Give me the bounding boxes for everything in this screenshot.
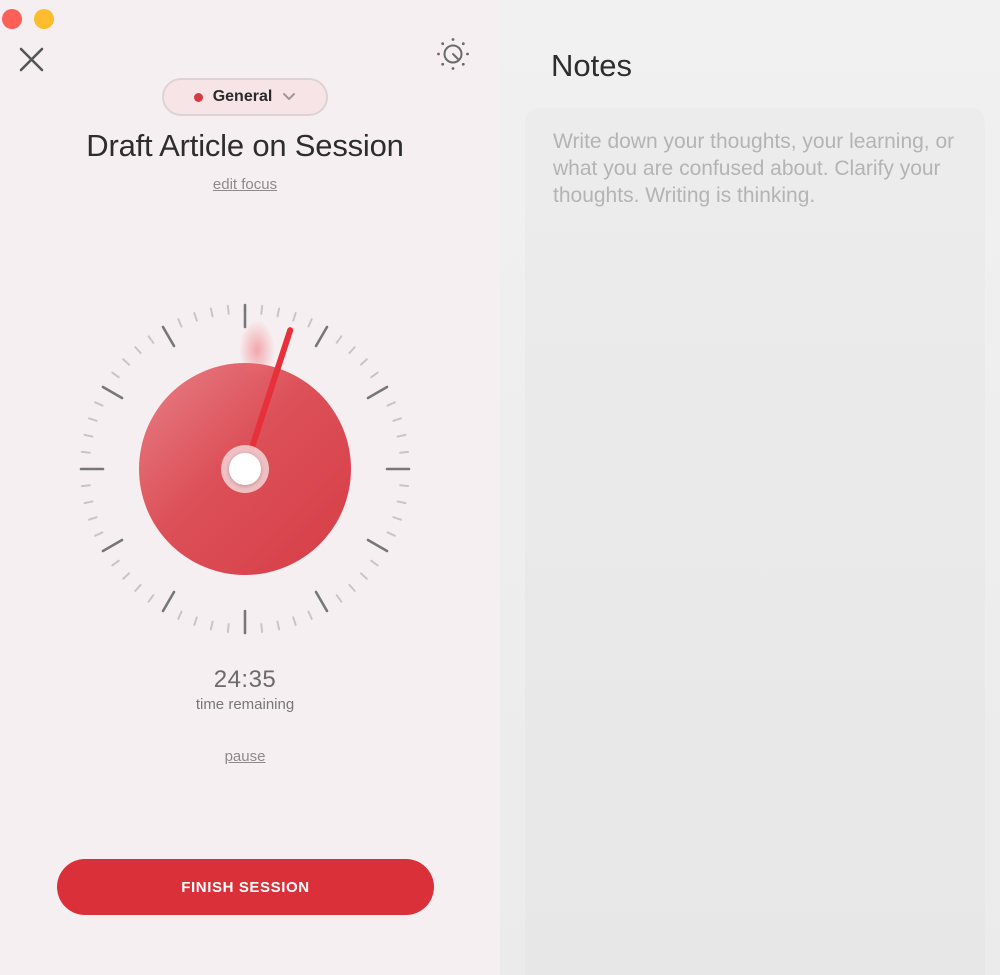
dial-minor-tick — [134, 346, 142, 355]
dial-minor-tick — [335, 335, 343, 344]
dial-minor-tick — [392, 516, 402, 521]
dial-minor-tick — [177, 318, 183, 328]
dial-minor-tick — [80, 450, 91, 454]
dial-minor-tick — [94, 531, 104, 537]
dial-minor-tick — [399, 484, 410, 488]
dial-major-tick — [314, 325, 329, 348]
dial-major-tick — [366, 538, 389, 553]
category-label: General — [212, 88, 273, 105]
dial-minor-tick — [88, 417, 98, 422]
dial-minor-tick — [193, 616, 198, 626]
dial-minor-tick — [94, 401, 104, 407]
dial-minor-tick — [348, 583, 356, 592]
category-color-dot — [193, 92, 203, 102]
dial-minor-tick — [370, 559, 379, 567]
dial-minor-tick — [83, 500, 94, 505]
notes-input[interactable] — [525, 108, 985, 975]
dial-minor-tick — [122, 572, 131, 580]
dial-minor-tick — [260, 623, 264, 634]
dial-major-tick — [101, 385, 124, 400]
chevron-down-icon — [283, 93, 296, 100]
dial-minor-tick — [307, 610, 313, 620]
dial-minor-tick — [348, 346, 356, 355]
dial-minor-tick — [292, 616, 297, 626]
dial-minor-tick — [399, 450, 410, 454]
dial-minor-tick — [392, 417, 402, 422]
dial-minor-tick — [209, 307, 214, 318]
dial-minor-tick — [386, 401, 396, 407]
timer-dial — [79, 303, 411, 635]
finish-session-button[interactable]: FINISH SESSION — [57, 859, 434, 915]
dial-minor-tick — [122, 358, 131, 366]
dial-minor-tick — [147, 594, 155, 603]
dial-minor-tick — [193, 312, 198, 322]
timer-pane: General Draft Article on Session edit fo… — [0, 0, 500, 975]
dial-minor-tick — [134, 583, 142, 592]
window-minimize-button[interactable] — [34, 9, 54, 29]
dial-minor-tick — [359, 572, 368, 580]
dial-minor-tick — [260, 304, 264, 315]
dial-knob — [229, 453, 261, 485]
theme-toggle-button[interactable] — [432, 36, 474, 72]
close-session-button[interactable] — [16, 44, 48, 76]
category-dropdown[interactable]: General — [162, 78, 328, 116]
dial-major-tick — [314, 590, 329, 613]
notes-title: Notes — [551, 48, 632, 83]
dial-minor-tick — [226, 304, 230, 315]
notes-pane: Notes — [500, 0, 1000, 975]
pause-link[interactable]: pause — [0, 748, 490, 765]
dial-minor-tick — [307, 318, 313, 328]
dial-minor-tick — [370, 371, 379, 379]
dial-minor-tick — [396, 500, 407, 505]
edit-focus-link[interactable]: edit focus — [0, 176, 490, 193]
dial-minor-tick — [276, 620, 281, 631]
dial-major-tick — [101, 538, 124, 553]
window-close-button[interactable] — [2, 9, 22, 29]
time-remaining-label: time remaining — [195, 696, 295, 713]
dial-minor-tick — [80, 484, 91, 488]
dial-minor-tick — [83, 433, 94, 438]
dial-major-tick — [161, 325, 176, 348]
dial-minor-tick — [111, 371, 120, 379]
focus-title: Draft Article on Session — [86, 128, 404, 163]
dial-minor-tick — [111, 559, 120, 567]
dial-minor-tick — [292, 312, 297, 322]
time-remaining-value: 24:35 — [213, 666, 277, 693]
dial-minor-tick — [147, 335, 155, 344]
dial-minor-tick — [359, 358, 368, 366]
sun-moon-icon — [437, 38, 469, 70]
dial-minor-tick — [177, 610, 183, 620]
close-x-icon — [19, 47, 44, 72]
dial-minor-tick — [335, 594, 343, 603]
dial-minor-tick — [396, 433, 407, 438]
dial-minor-tick — [386, 531, 396, 537]
dial-minor-tick — [88, 516, 98, 521]
dial-major-tick — [161, 590, 176, 613]
dial-major-tick — [366, 385, 389, 400]
dial-minor-tick — [226, 623, 230, 634]
dial-minor-tick — [276, 307, 281, 318]
dial-minor-tick — [209, 620, 214, 631]
